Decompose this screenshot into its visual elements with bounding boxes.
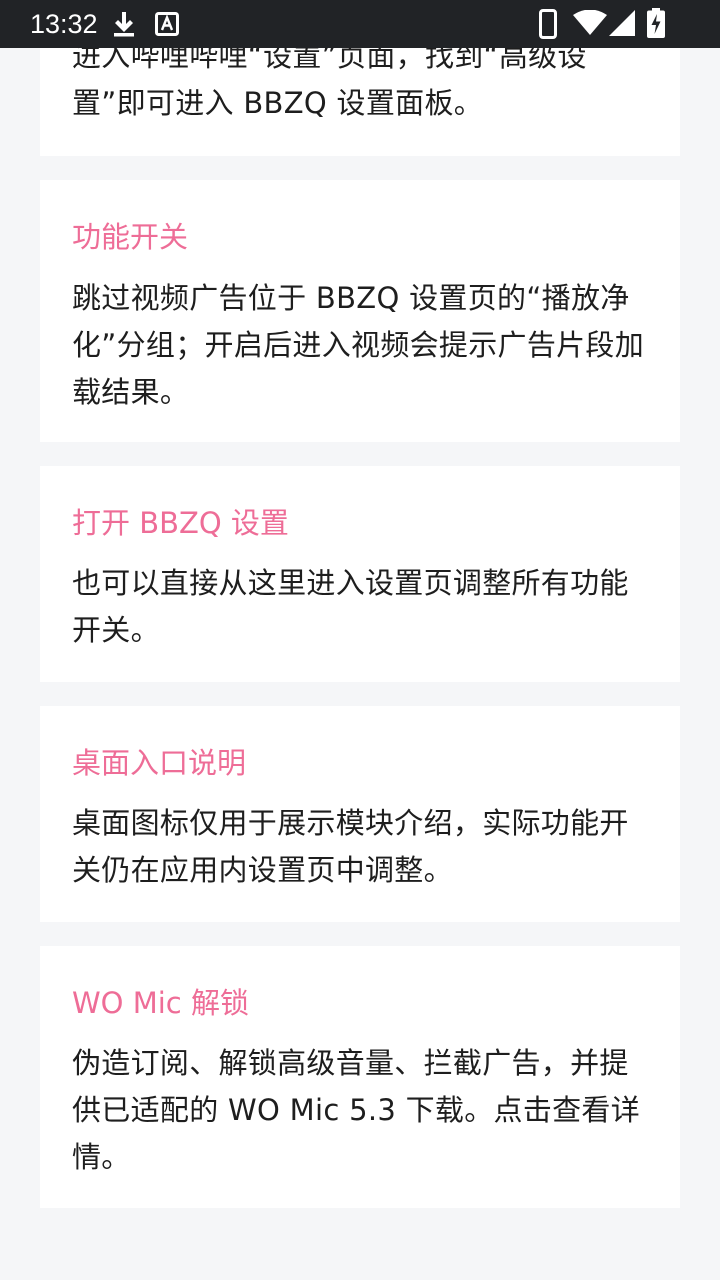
card-title: 功能开关 [72,220,189,254]
card-feature-toggles[interactable]: 功能开关 跳过视频广告位于 BBZQ 设置页的“播放净化”分组；开启后进入视频会… [40,180,680,442]
card-title: WO Mic 解锁 [72,986,249,1020]
battery-charging-icon [647,8,665,42]
a-box-icon [155,12,179,40]
download-icon [112,10,136,42]
wifi-icon [573,9,607,40]
content-area: 进入哔哩哔哩“设置”页面，找到“高级设置”即可进入 BBZQ 设置面板。 功能开… [0,0,720,1280]
status-bar: 13:32 [0,0,720,48]
card-open-bbzq-settings[interactable]: 打开 BBZQ 设置 也可以直接从这里进入设置页调整所有功能开关。 [40,466,680,682]
card-title: 桌面入口说明 [72,746,247,780]
card-body: 伪造订阅、解锁高级音量、拦截广告，并提供已适配的 WO Mic 5.3 下载。点… [72,1046,641,1174]
signal-icon [609,10,635,40]
status-time: 13:32 [30,9,98,39]
card-body: 也可以直接从这里进入设置页调整所有功能开关。 [72,566,629,647]
card-title: 打开 BBZQ 设置 [72,506,289,540]
card-wo-mic-unlock[interactable]: WO Mic 解锁 伪造订阅、解锁高级音量、拦截广告，并提供已适配的 WO Mi… [40,946,680,1208]
phone-icon [539,9,557,43]
card-body: 跳过视频广告位于 BBZQ 设置页的“播放净化”分组；开启后进入视频会提示广告片… [72,281,645,409]
card-body: 桌面图标仅用于展示模块介绍，实际功能开关仍在应用内设置页中调整。 [72,806,629,887]
card-desktop-entry[interactable]: 桌面入口说明 桌面图标仅用于展示模块介绍，实际功能开关仍在应用内设置页中调整。 [40,706,680,922]
